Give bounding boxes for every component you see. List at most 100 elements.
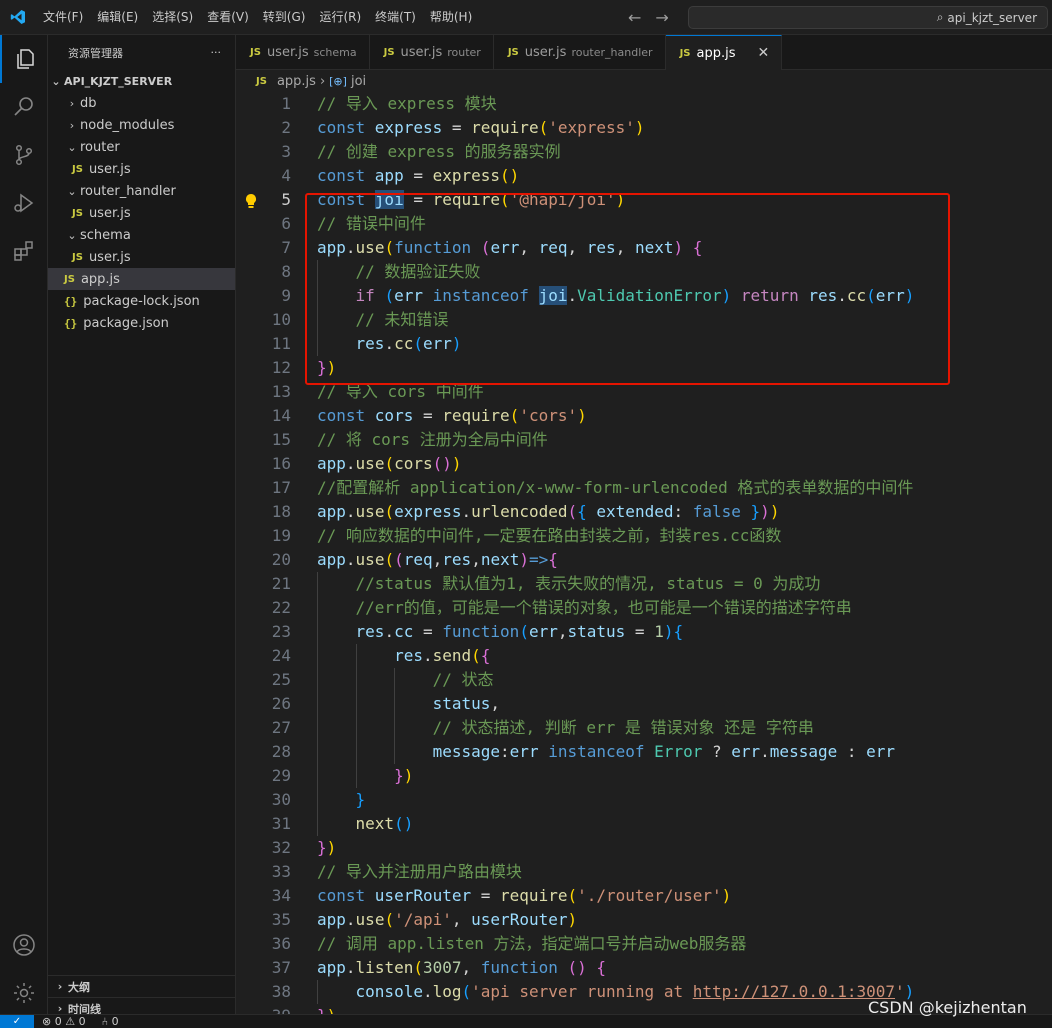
code-line[interactable]: 24 res.send({ (236, 644, 1052, 668)
tree-file[interactable]: {} package.json (48, 312, 235, 334)
menu-item[interactable]: 查看(V) (200, 0, 256, 35)
code-line[interactable]: 34 const userRouter = require('./router/u… (236, 884, 1052, 908)
code-line[interactable]: 18 app.use(express.urlencoded({ extended:… (236, 500, 1052, 524)
code-line[interactable]: 11 res.cc(err) (236, 332, 1052, 356)
code-line[interactable]: 15 // 将 cors 注册为全局中间件 (236, 428, 1052, 452)
code-token: : (500, 742, 510, 761)
code-text: // 未知错误 (317, 308, 449, 332)
code-line[interactable]: 9 if (err instanceof joi.ValidationError… (236, 284, 1052, 308)
code-text: res.cc(err) (317, 332, 462, 356)
code-line[interactable]: 7 app.use(function (err, req, res, next) … (236, 236, 1052, 260)
tree-folder[interactable]: › node_modules (48, 114, 235, 136)
code-line[interactable]: 37 app.listen(3007, function () { (236, 956, 1052, 980)
tree-file[interactable]: JS user.js (48, 202, 235, 224)
code-line[interactable]: 36 // 调用 app.listen 方法，指定端口号并启动web服务器 (236, 932, 1052, 956)
code-line[interactable]: 13 // 导入 cors 中间件 (236, 380, 1052, 404)
code-token: ? (702, 742, 732, 761)
project-root[interactable]: ⌄ API_KJZT_SERVER (48, 70, 235, 92)
tab-app-js[interactable]: JS app.js ✕ (665, 35, 783, 70)
breadcrumb-file[interactable]: app.js (277, 74, 316, 89)
search-icon[interactable] (0, 83, 48, 131)
variable-symbol-icon: [⊕] (329, 74, 347, 88)
code-line[interactable]: 16 app.use(cors()) (236, 452, 1052, 476)
outline-panel[interactable]: › 大纲 (48, 975, 236, 997)
line-number: 24 (271, 646, 291, 665)
more-actions-icon[interactable]: ··· (211, 46, 222, 59)
code-line[interactable]: 28 message:err instanceof Error ? err.me… (236, 740, 1052, 764)
code-line[interactable]: 26 status, (236, 692, 1052, 716)
menu-item[interactable]: 帮助(H) (423, 0, 479, 35)
code-line[interactable]: 12}) (236, 356, 1052, 380)
code-line[interactable]: 22 //err的值，可能是一个错误的对象，也可能是一个错误的描述字符串 (236, 596, 1052, 620)
code-line[interactable]: 8 // 数据验证失败 (236, 260, 1052, 284)
code-line[interactable]: 10 // 未知错误 (236, 308, 1052, 332)
code-line[interactable]: 29 }) (236, 764, 1052, 788)
code-token: () (394, 814, 414, 833)
explorer-icon[interactable] (0, 35, 48, 83)
tree-file[interactable]: {} package-lock.json (48, 290, 235, 312)
code-line[interactable]: 23 res.cc = function(err,status = 1){ (236, 620, 1052, 644)
code-line[interactable]: 17 //配置解析 application/x-www-form-urlencod… (236, 476, 1052, 500)
remote-indicator-icon[interactable]: ✓ (0, 1014, 34, 1028)
tree-folder[interactable]: ⌄ router (48, 136, 235, 158)
code-line[interactable]: 1 // 导入 express 模块 (236, 92, 1052, 116)
tree-folder[interactable]: ⌄ schema (48, 224, 235, 246)
breadcrumb-symbol[interactable]: joi (351, 74, 366, 89)
menu-item[interactable]: 终端(T) (368, 0, 423, 35)
account-icon[interactable] (0, 921, 48, 969)
back-arrow-icon[interactable]: ← (628, 8, 641, 27)
source-control-icon[interactable] (0, 131, 48, 179)
code-line[interactable]: 21 //status 默认值为1, 表示失败的情况, status = 0 为… (236, 572, 1052, 596)
ports-status[interactable]: ⑃ 0 (102, 1015, 119, 1028)
code-token: . (345, 910, 356, 929)
tree-item-label: router (80, 139, 120, 155)
code-line[interactable]: 32}) (236, 836, 1052, 860)
menu-item[interactable]: 编辑(E) (90, 0, 145, 35)
tree-folder[interactable]: ⌄ router_handler (48, 180, 235, 202)
code-line[interactable]: 2 const express = require('express') (236, 116, 1052, 140)
tree-file[interactable]: JS app.js (48, 268, 235, 290)
code-line[interactable]: 5 const joi = require('@hapi/joi') (236, 188, 1052, 212)
code-line[interactable]: 33 // 导入并注册用户路由模块 (236, 860, 1052, 884)
code-token: ( (471, 646, 481, 665)
code-token: ) (519, 550, 529, 569)
menu-item[interactable]: 文件(F) (36, 0, 90, 35)
close-icon[interactable]: ✕ (758, 45, 770, 61)
code-token: // 响应数据的中间件,一定要在路由封装之前，封装res.cc函数 (317, 526, 782, 545)
tab-user-js[interactable]: JS user.js schema (236, 35, 370, 70)
tree-file[interactable]: JS user.js (48, 158, 235, 180)
code-line[interactable]: 4 const app = express() (236, 164, 1052, 188)
problems-status[interactable]: ⊗ 0 ⚠ 0 (42, 1015, 86, 1028)
nav-arrows: ← → (628, 0, 669, 35)
tree-item-label: package.json (83, 315, 169, 331)
code-line[interactable]: 35 app.use('/api', userRouter) (236, 908, 1052, 932)
code-text: if (err instanceof joi.ValidationError) … (317, 284, 914, 308)
code-line[interactable]: 27 // 状态描述, 判断 err 是 错误对象 还是 字符串 (236, 716, 1052, 740)
tab-user-js[interactable]: JS user.js router (370, 35, 494, 70)
settings-gear-icon[interactable] (0, 969, 48, 1017)
extensions-icon[interactable] (0, 227, 48, 275)
run-debug-icon[interactable] (0, 179, 48, 227)
tab-user-js[interactable]: JS user.js router_handler (494, 35, 666, 70)
menu-item[interactable]: 转到(G) (256, 0, 313, 35)
code-line[interactable]: 25 // 状态 (236, 668, 1052, 692)
code-line[interactable]: 3 // 创建 express 的服务器实例 (236, 140, 1052, 164)
lightbulb-icon[interactable] (244, 192, 258, 208)
code-token: , (471, 550, 481, 569)
forward-arrow-icon[interactable]: → (655, 8, 668, 27)
code-editor[interactable]: 1 // 导入 express 模块 2 const express = requir… (236, 92, 1052, 1014)
code-line[interactable]: 20 app.use((req,res,next)=>{ (236, 548, 1052, 572)
code-line[interactable]: 31 next() (236, 812, 1052, 836)
menu-item[interactable]: 选择(S) (145, 0, 200, 35)
code-line[interactable]: 6 // 错误中间件 (236, 212, 1052, 236)
command-center-search[interactable]: ⌕ api_kjzt_server (688, 6, 1048, 29)
tree-folder[interactable]: › db (48, 92, 235, 114)
code-token: ( (509, 406, 520, 425)
code-line[interactable]: 14 const cors = require('cors') (236, 404, 1052, 428)
menu-item[interactable]: 运行(R) (312, 0, 368, 35)
code-line[interactable]: 30 } (236, 788, 1052, 812)
code-token: . (384, 334, 395, 353)
code-line[interactable]: 19 // 响应数据的中间件,一定要在路由封装之前，封装res.cc函数 (236, 524, 1052, 548)
tree-file[interactable]: JS user.js (48, 246, 235, 268)
